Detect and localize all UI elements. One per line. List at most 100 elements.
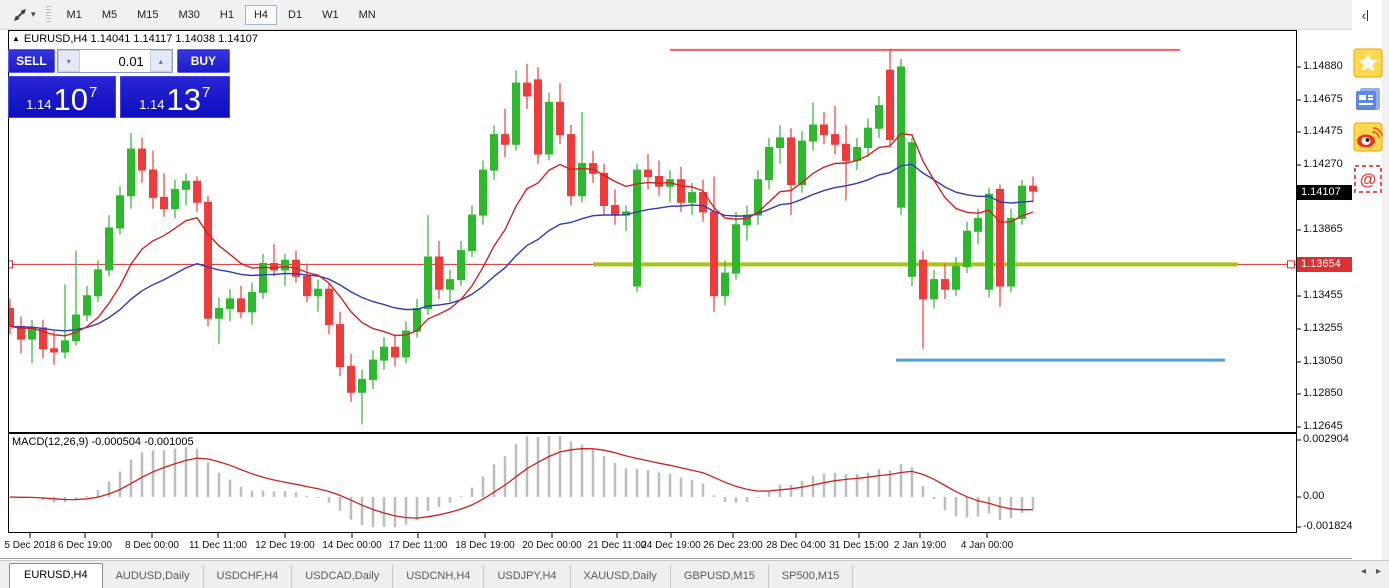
- macd-histogram-bar: [548, 436, 551, 497]
- timeframe-button-mn[interactable]: MN: [350, 5, 385, 25]
- macd-histogram-bar: [295, 493, 298, 497]
- macd-histogram-bar: [460, 496, 463, 497]
- news-icon[interactable]: [1353, 84, 1383, 114]
- chart-tab-gbpusd[interactable]: GBPUSD,M15: [671, 565, 769, 588]
- macd-histogram-bar: [284, 491, 287, 497]
- macd-histogram-bar: [856, 474, 859, 497]
- macd-histogram-bar: [955, 497, 958, 516]
- timeframe-button-m30[interactable]: M30: [170, 5, 209, 25]
- macd-histogram-bar: [328, 497, 331, 503]
- timeframe-button-h1[interactable]: H1: [211, 5, 243, 25]
- macd-histogram-bar: [339, 497, 342, 511]
- collapse-chevron-icon: ‹: [1362, 7, 1367, 23]
- weibo-icon[interactable]: [1353, 122, 1383, 152]
- macd-histogram-bar: [779, 485, 782, 497]
- macd-histogram-bar: [999, 497, 1002, 520]
- macd-histogram-bar: [702, 484, 705, 497]
- collapse-sidebar-button[interactable]: ‹: [1354, 5, 1376, 25]
- ask-prefix: 1.14: [139, 97, 164, 112]
- macd-histogram-bar: [768, 491, 771, 497]
- macd-histogram-bar: [504, 456, 507, 497]
- macd-histogram-bar: [405, 497, 408, 525]
- macd-histogram-bar: [86, 496, 89, 497]
- timeframe-button-w1[interactable]: W1: [313, 5, 348, 25]
- macd-histogram-bar: [988, 497, 991, 513]
- red-horizontal-line-1.13654-handle[interactable]: [6, 261, 13, 268]
- buy-button[interactable]: BUY: [177, 49, 230, 73]
- macd-histogram-bar: [317, 497, 320, 498]
- timeframe-button-h4[interactable]: H4: [245, 5, 277, 25]
- macd-histogram-bar: [152, 450, 155, 497]
- macd-histogram-bar: [515, 444, 518, 497]
- macd-histogram-bar: [680, 478, 683, 497]
- macd-histogram-bar: [812, 476, 815, 497]
- macd-indicator-label: MACD(12,26,9) -0.000504 -0.001005: [12, 436, 194, 448]
- tab-scroll-arrows: ◂ ▸: [1361, 566, 1381, 577]
- macd-histogram-bar: [713, 495, 716, 497]
- arrange-charts-icon: [12, 7, 28, 23]
- macd-histogram-bar: [636, 469, 639, 497]
- macd-histogram-bar: [845, 474, 848, 497]
- macd-histogram-bar: [438, 497, 441, 507]
- favorites-star-icon[interactable]: [1353, 48, 1383, 78]
- chart-tab-usdchf[interactable]: USDCHF,H4: [204, 565, 293, 588]
- chart-tab-audusd[interactable]: AUDUSD,Daily: [103, 565, 204, 588]
- red-horizontal-line-1.13654-handle[interactable]: [1288, 261, 1295, 268]
- top-toolbar: ▾ M1M5M15M30H1H4D1W1MN: [0, 0, 1352, 30]
- macd-histogram-bar: [394, 497, 397, 527]
- macd-histogram-bar: [185, 447, 188, 497]
- macd-histogram-bar: [900, 464, 903, 497]
- macd-histogram-bar: [471, 488, 474, 497]
- macd-histogram-bar: [944, 497, 947, 510]
- macd-histogram-bar: [218, 473, 221, 497]
- macd-histogram-bar: [625, 468, 628, 497]
- chart-tab-sp500[interactable]: SP500,M15: [769, 565, 853, 588]
- chart-tab-eurusd[interactable]: EURUSD,H4: [9, 563, 103, 588]
- macd-histogram-bar: [581, 445, 584, 497]
- timeframe-button-m1[interactable]: M1: [58, 5, 91, 25]
- macd-histogram-bar: [273, 491, 276, 497]
- candlestick: [986, 188, 993, 297]
- macd-histogram-bar: [262, 491, 265, 497]
- macd-histogram-bar: [229, 480, 232, 497]
- timeframe-button-d1[interactable]: D1: [279, 5, 311, 25]
- macd-histogram-bar: [361, 497, 364, 525]
- macd-histogram-bar: [614, 463, 617, 497]
- bid-price-button[interactable]: 1.14 10 7: [8, 76, 116, 118]
- timeframe-button-m5[interactable]: M5: [93, 5, 126, 25]
- one-click-trading-widget: SELL ▾ ▴ BUY 1.14 10 7 1.14 13 7: [8, 49, 230, 118]
- ask-price-button[interactable]: 1.14 13 7: [120, 76, 231, 118]
- candlestick: [480, 160, 487, 224]
- macd-histogram-bar: [97, 490, 100, 497]
- macd-histogram-bar: [449, 497, 452, 503]
- macd-histogram-bar: [878, 469, 881, 497]
- arrange-charts-button[interactable]: ▾: [8, 5, 40, 25]
- toolbar-grip[interactable]: [46, 6, 51, 24]
- macd-histogram-bar: [196, 449, 199, 497]
- macd-histogram-bar: [669, 474, 672, 497]
- timeframe-button-m15[interactable]: M15: [128, 5, 167, 25]
- email-at-icon[interactable]: @: [1353, 164, 1383, 194]
- chart-tab-usdcad[interactable]: USDCAD,Daily: [292, 565, 393, 588]
- macd-histogram-bar: [174, 449, 177, 497]
- macd-histogram-bar: [427, 497, 430, 511]
- ask-big-digits: 13: [166, 85, 200, 115]
- macd-histogram-bar: [658, 472, 661, 497]
- volume-increase-button[interactable]: ▴: [150, 50, 172, 72]
- volume-input[interactable]: [80, 50, 150, 72]
- macd-histogram-bar: [240, 487, 243, 497]
- volume-decrease-button[interactable]: ▾: [58, 50, 80, 72]
- bid-big-digits: 10: [53, 85, 87, 115]
- chart-tab-usdcnh[interactable]: USDCNH,H4: [393, 565, 484, 588]
- tab-scroll-left-icon[interactable]: ◂: [1361, 566, 1366, 577]
- chart-tab-xauusd[interactable]: XAUUSD,Daily: [571, 565, 671, 588]
- macd-histogram-bar: [119, 472, 122, 497]
- chart-tabs: EURUSD,H4AUDUSD,DailyUSDCHF,H4USDCAD,Dai…: [0, 563, 853, 588]
- bid-pip-digit: 7: [89, 84, 97, 101]
- macd-histogram-bar: [933, 497, 936, 499]
- macd-histogram-bar: [801, 481, 804, 497]
- macd-histogram-bar: [724, 497, 727, 502]
- tab-scroll-right-icon[interactable]: ▸: [1376, 566, 1381, 577]
- sell-button[interactable]: SELL: [8, 49, 55, 73]
- chart-tab-usdjpy[interactable]: USDJPY,H4: [484, 565, 570, 588]
